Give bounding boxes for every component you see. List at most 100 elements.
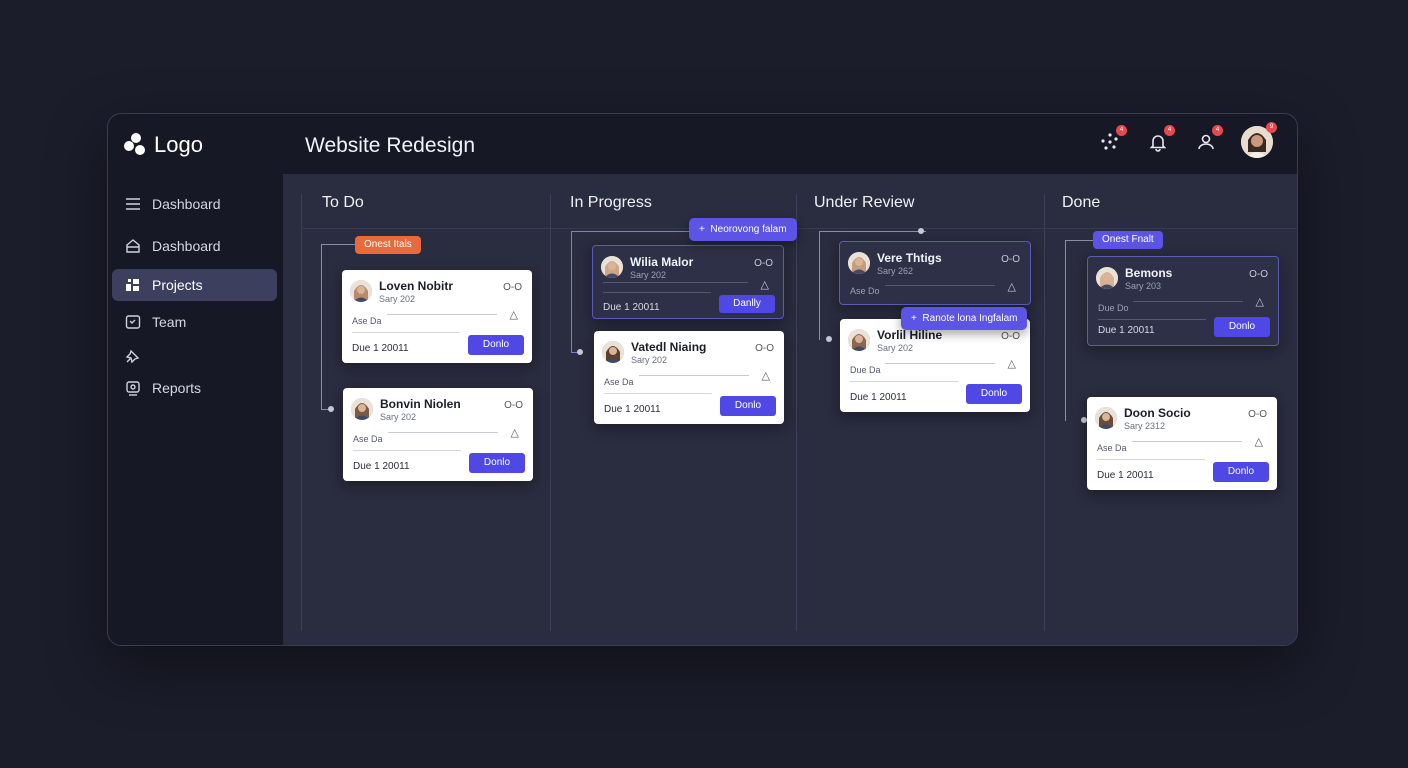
alert-icon[interactable]: △ — [511, 426, 519, 439]
progress-line — [388, 432, 498, 433]
column-title-done: Done — [1062, 194, 1101, 211]
sidebar-item-dashboard[interactable]: Dashboard — [112, 230, 277, 262]
card-action-button[interactable]: Donlo — [469, 453, 525, 473]
notification-badge: 4 — [1164, 125, 1175, 136]
alert-icon[interactable]: △ — [762, 369, 770, 382]
progress-line — [1133, 301, 1243, 302]
alert-icon[interactable]: △ — [1008, 280, 1016, 293]
link-icon[interactable]: O-O — [754, 258, 773, 269]
assignee-avatar — [350, 280, 372, 302]
task-card[interactable]: Wilia Malor Sary 202 O-O △ Due 1 20011 Danlly — [592, 245, 784, 319]
card-title: Loven Nobitr — [379, 279, 453, 293]
divider — [603, 292, 711, 293]
divider — [352, 332, 460, 333]
sidebar-item-projects[interactable]: Projects — [112, 269, 277, 301]
progress-line — [1132, 441, 1242, 442]
task-card[interactable]: Doon Socio Sary 2312 O-O Ase Da △ Due 1 20011… — [1087, 397, 1277, 490]
kanban-board: To Do In Progress Under Review Done Ones… — [283, 174, 1297, 645]
column-divider — [550, 194, 551, 631]
task-card[interactable]: Vorlil Hiline Sary 202 O-O Due Da △ Due 1 200… — [840, 319, 1030, 412]
card-label: Due Do — [1098, 303, 1129, 313]
activity-icon[interactable]: 4 — [1097, 125, 1127, 155]
logo[interactable]: Logo — [124, 132, 203, 158]
due-date: Due 1 20011 — [604, 404, 661, 415]
column-title-todo: To Do — [322, 194, 364, 211]
card-subtitle: Sary 202 — [379, 294, 416, 304]
column-title-under-review: Under Review — [814, 194, 915, 211]
card-action-button[interactable]: Donlo — [1214, 317, 1270, 337]
assignee-avatar — [602, 341, 624, 363]
task-card[interactable]: Loven Nobitr Sary 202 O-O Ase Da △ Due 1 2001… — [342, 270, 532, 363]
floating-tag[interactable]: + Neorovong falam — [689, 218, 797, 241]
link-icon[interactable]: O-O — [1248, 409, 1267, 420]
sidebar-item-label: Dashboard — [152, 196, 221, 212]
assignee-avatar — [601, 256, 623, 278]
link-icon[interactable]: O-O — [1001, 331, 1020, 342]
due-date: Due 1 20011 — [603, 302, 660, 313]
tag-label[interactable]: Onest Itals — [355, 236, 421, 254]
progress-line — [603, 282, 748, 283]
due-date: Due 1 20011 — [1097, 470, 1154, 481]
progress-line — [885, 363, 995, 364]
sidebar: Dashboard Dashboard Projects Team Report… — [108, 174, 283, 645]
card-action-button[interactable]: Danlly — [719, 295, 775, 313]
card-action-button[interactable]: Donlo — [720, 396, 776, 416]
pin-icon — [124, 348, 142, 364]
task-card[interactable]: Vatedl Niaing Sary 202 O-O Ase Da △ Due 1 200… — [594, 331, 784, 424]
alert-icon[interactable]: △ — [1008, 357, 1016, 370]
due-date: Due 1 20011 — [353, 461, 410, 472]
card-title: Vere Thtigs — [877, 251, 942, 265]
divider — [353, 450, 461, 451]
card-title: Bonvin Niolen — [380, 397, 461, 411]
connector-dot — [577, 349, 583, 355]
card-subtitle: Sary 202 — [631, 355, 668, 365]
link-icon[interactable]: O-O — [504, 400, 523, 411]
bell-icon[interactable]: 4 — [1145, 125, 1175, 155]
connector-dot — [918, 228, 924, 234]
alert-icon[interactable]: △ — [761, 278, 769, 291]
due-date: Due 1 20011 — [850, 392, 907, 403]
card-label: Ase Da — [353, 434, 383, 444]
sidebar-item-dashboard-menu[interactable]: Dashboard — [112, 188, 277, 220]
alert-icon[interactable]: △ — [1255, 435, 1263, 448]
card-title: Vorlil Hiline — [877, 328, 943, 342]
sidebar-item-pin[interactable] — [112, 340, 277, 372]
plus-icon: + — [911, 313, 923, 324]
user-avatar[interactable]: 9 — [1241, 122, 1277, 158]
assignee-avatar — [1096, 267, 1118, 289]
link-icon[interactable]: O-O — [1001, 254, 1020, 265]
page-title: Website Redesign — [305, 134, 476, 157]
sidebar-item-label: Dashboard — [152, 238, 221, 254]
alert-icon[interactable]: △ — [510, 308, 518, 321]
card-action-button[interactable]: Donlo — [966, 384, 1022, 404]
user-icon[interactable]: 4 — [1193, 125, 1223, 155]
column-title-in-progress: In Progress — [570, 194, 652, 211]
menu-icon — [124, 197, 142, 211]
progress-line — [639, 375, 749, 376]
link-icon[interactable]: O-O — [503, 282, 522, 293]
link-icon[interactable]: O-O — [1249, 269, 1268, 280]
alert-icon[interactable]: △ — [1256, 295, 1264, 308]
task-card[interactable]: Bonvin Niolen Sary 202 O-O Ase Da △ Due 1 200… — [343, 388, 533, 481]
sidebar-item-label: Team — [152, 314, 187, 330]
card-action-button[interactable]: Donlo — [1213, 462, 1269, 482]
sidebar-item-team[interactable]: Team — [112, 306, 277, 338]
connector-dot — [328, 406, 334, 412]
card-subtitle: Sary 202 — [380, 412, 417, 422]
card-action-button[interactable]: Donlo — [468, 335, 524, 355]
card-subtitle: Sary 202 — [630, 270, 667, 280]
task-card[interactable]: Bemons Sary 203 O-O Due Do △ Due 1 20011 Donlo — [1087, 256, 1279, 346]
progress-line — [885, 285, 995, 286]
column-divider — [301, 194, 302, 631]
logo-icon — [124, 133, 148, 157]
app-window: Logo Website Redesign 4 4 4 9 Dashboard — [107, 113, 1298, 646]
floating-tag-label: Ranote lona Ingfalam — [922, 313, 1018, 324]
floating-tag-label: Neorovong falam — [710, 224, 787, 235]
divider — [604, 393, 712, 394]
link-icon[interactable]: O-O — [755, 343, 774, 354]
tag-label[interactable]: Onest Fnalt — [1093, 231, 1163, 249]
task-card[interactable]: Vere Thtigs Sary 262 O-O Ase Do △ — [839, 241, 1031, 305]
floating-tag[interactable]: + Ranote lona Ingfalam — [901, 307, 1028, 330]
divider — [1098, 319, 1206, 320]
sidebar-item-reports[interactable]: Reports — [112, 372, 277, 404]
